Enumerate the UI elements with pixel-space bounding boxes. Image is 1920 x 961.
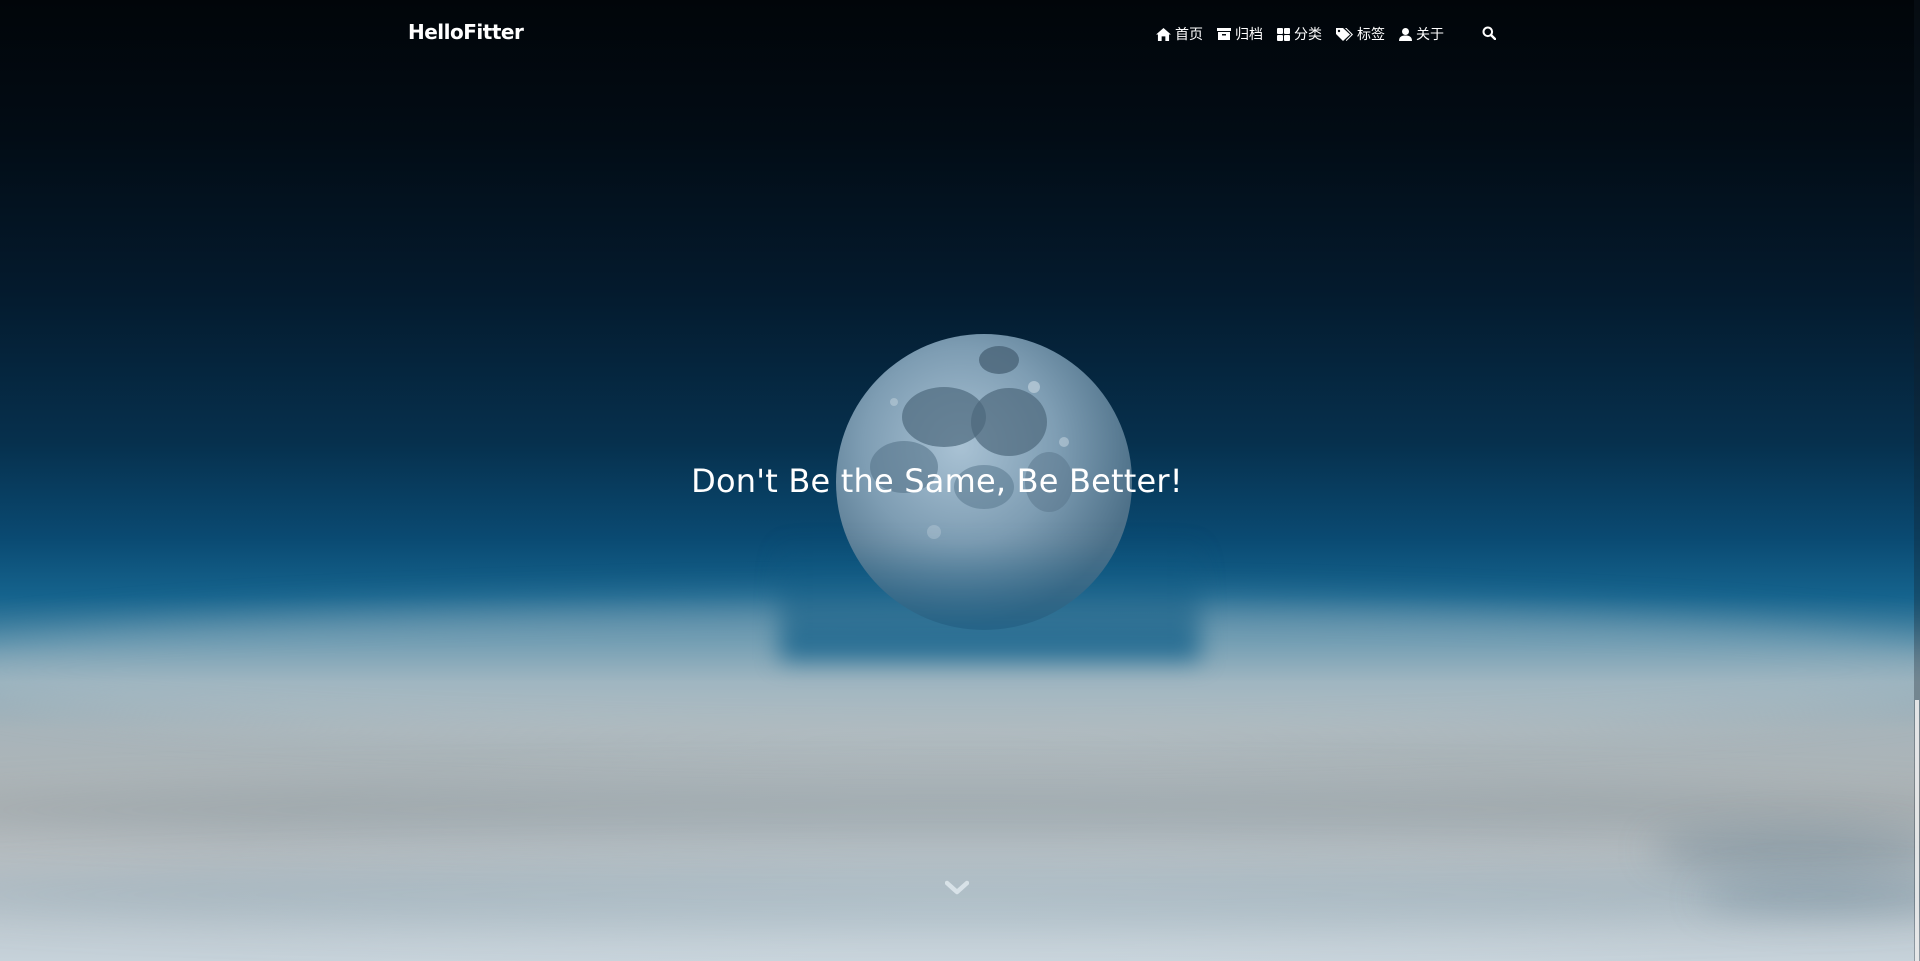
chevron-down-icon[interactable] [945, 880, 969, 896]
home-icon [1156, 27, 1171, 41]
nav-item-label: 归档 [1235, 27, 1263, 43]
hero-slogan: Don't Be the Same, Be Better! [691, 462, 1183, 500]
nav-item-label: 关于 [1416, 27, 1444, 43]
site-brand-link[interactable]: HelloFitter [408, 20, 524, 44]
nav-item-archive[interactable]: 归档 [1217, 24, 1263, 44]
nav-item-tags[interactable]: 标签 [1336, 24, 1385, 44]
nav-item-category[interactable]: 分类 [1277, 24, 1322, 44]
grid-icon [1277, 27, 1290, 41]
nav-item-label: 首页 [1175, 27, 1203, 43]
page-scrollbar-thumb[interactable] [1915, 700, 1919, 961]
nav-menu: 首页 归档 分类 标签 关于 [1156, 24, 1444, 44]
archive-icon [1217, 28, 1231, 40]
tags-icon [1336, 27, 1353, 41]
user-icon [1399, 27, 1412, 41]
nav-item-about[interactable]: 关于 [1399, 24, 1444, 44]
cloud-layer [1650, 830, 1920, 870]
search-icon[interactable] [1482, 26, 1496, 40]
cloud-layer [0, 780, 1920, 840]
nav-item-home[interactable]: 首页 [1156, 24, 1203, 44]
horizon-glow [780, 540, 1200, 660]
nav-item-label: 标签 [1357, 27, 1385, 43]
top-navbar: HelloFitter 首页 归档 分类 标签 关于 [0, 0, 1920, 66]
nav-item-label: 分类 [1294, 27, 1322, 43]
